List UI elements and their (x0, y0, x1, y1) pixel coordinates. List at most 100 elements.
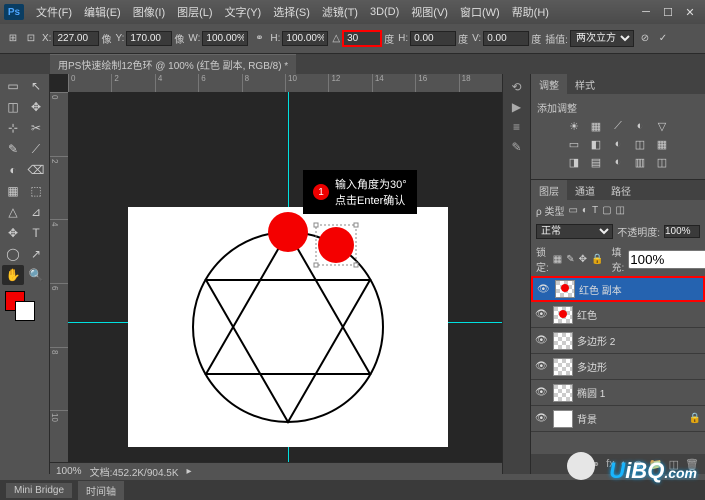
layer-name[interactable]: 多边形 2 (577, 333, 615, 348)
tool-hand[interactable]: ✋ (2, 265, 24, 285)
tab-minibridge[interactable]: Mini Bridge (6, 483, 72, 498)
visibility-icon[interactable]: 👁 (535, 387, 549, 398)
skew-h-input[interactable] (410, 31, 456, 46)
layer-name[interactable]: 多边形 (577, 359, 607, 374)
tool-move[interactable]: ▭ (2, 76, 24, 96)
color-swatches[interactable] (2, 291, 47, 325)
visibility-icon[interactable]: 👁 (535, 413, 549, 424)
tab-adjustments[interactable]: 调整 (531, 74, 567, 94)
transform-ref-icon[interactable]: ⊞ (6, 32, 20, 46)
tab-channels[interactable]: 通道 (567, 180, 603, 200)
zoom-level[interactable]: 100% (56, 466, 82, 477)
tool-marquee[interactable]: ◫ (2, 97, 24, 117)
document-tab[interactable]: 用PS快速绘制12色环 @ 100% (红色 副本, RGB/8) * (50, 54, 296, 74)
lock-pos-icon[interactable]: ✥ (579, 254, 587, 265)
visibility-icon[interactable]: 👁 (535, 335, 549, 346)
layer-row[interactable]: 👁 多边形 (531, 354, 705, 380)
visibility-icon[interactable]: 👁 (537, 284, 551, 295)
doc-info[interactable]: 文档:452.2K/904.5K (90, 464, 179, 479)
filter-type-icon[interactable]: T (592, 205, 598, 216)
blend-mode-select[interactable]: 正常 (536, 224, 613, 239)
menu-edit[interactable]: 编辑(E) (78, 4, 127, 20)
visibility-icon[interactable]: 👁 (535, 361, 549, 372)
layer-row[interactable]: 👁 背景 🔒 (531, 406, 705, 432)
angle-input[interactable] (342, 30, 382, 47)
artboard[interactable] (128, 207, 448, 447)
adj-brightness-icon[interactable]: ☀ (566, 119, 582, 133)
ruler-horizontal[interactable]: 024681012141618 (68, 74, 502, 92)
opacity-input[interactable] (664, 225, 700, 238)
adj-lookup-icon[interactable]: ▦ (654, 137, 670, 151)
adj-levels-icon[interactable]: ▦ (588, 119, 604, 133)
w-input[interactable] (202, 31, 248, 46)
adj-threshold-icon[interactable]: ◐ (610, 155, 626, 169)
filter-smart-icon[interactable]: ◫ (616, 205, 625, 216)
h-input[interactable] (282, 31, 328, 46)
filter-adjust-icon[interactable]: ◐ (582, 205, 588, 216)
filter-shape-icon[interactable]: ▢ (602, 205, 611, 216)
adj-vibrance-icon[interactable]: ▽ (654, 119, 670, 133)
tool-blur[interactable]: ⬚ (25, 181, 47, 201)
adj-hue-icon[interactable]: ▭ (566, 137, 582, 151)
layer-row[interactable]: 👁 椭圆 1 (531, 380, 705, 406)
skew-v-input[interactable] (483, 31, 529, 46)
tool-zoom[interactable]: 🔍 (25, 265, 47, 285)
dock-icon-properties[interactable]: ≡ (513, 120, 520, 134)
menu-3d[interactable]: 3D(D) (364, 6, 405, 18)
tool-lasso[interactable]: ✥ (25, 97, 47, 117)
x-input[interactable] (53, 31, 99, 46)
lock-pixel-icon[interactable]: ✎ (566, 254, 574, 265)
menu-filter[interactable]: 滤镜(T) (316, 4, 364, 20)
link-icon[interactable]: ⚭ (252, 32, 266, 46)
lock-trans-icon[interactable]: ▦ (553, 254, 562, 265)
tab-timeline[interactable]: 时间轴 (78, 481, 124, 500)
layer-name[interactable]: 椭圆 1 (577, 385, 605, 400)
tool-gradient[interactable]: ▦ (2, 181, 24, 201)
tool-shape[interactable]: ◯ (2, 244, 24, 264)
tab-layers[interactable]: 图层 (531, 180, 567, 200)
minimize-button[interactable]: ─ (635, 6, 657, 18)
dock-icon-brushes[interactable]: ✎ (511, 140, 521, 154)
tab-paths[interactable]: 路径 (603, 180, 639, 200)
chevron-right-icon[interactable]: ▸ (187, 466, 192, 477)
dock-icon-history[interactable]: ⟲ (511, 80, 521, 94)
interp-select[interactable]: 两次立方 (570, 30, 634, 47)
tool-dodge[interactable]: △ (2, 202, 24, 222)
layer-row[interactable]: 👁 多边形 2 (531, 328, 705, 354)
adj-selective-icon[interactable]: ◫ (654, 155, 670, 169)
layer-name[interactable]: 背景 (577, 411, 597, 426)
tool-brush[interactable]: ◐ (2, 160, 24, 180)
menu-view[interactable]: 视图(V) (405, 4, 454, 20)
menu-type[interactable]: 文字(Y) (219, 4, 268, 20)
tool-type[interactable]: T (25, 223, 47, 243)
filter-pixel-icon[interactable]: ▭ (568, 205, 577, 216)
adj-photo-icon[interactable]: ◐ (610, 137, 626, 151)
adj-gradient-icon[interactable]: ▥ (632, 155, 648, 169)
tool-slice[interactable]: ✂ (25, 118, 47, 138)
tool-crop[interactable]: ⊹ (2, 118, 24, 138)
menu-image[interactable]: 图像(I) (127, 4, 171, 20)
layer-row[interactable]: 👁 红色 副本 (531, 276, 705, 302)
adj-mixer-icon[interactable]: ◫ (632, 137, 648, 151)
ruler-vertical[interactable]: 0246810 (50, 92, 68, 474)
menu-help[interactable]: 帮助(H) (506, 4, 555, 20)
maximize-button[interactable]: ☐ (657, 6, 679, 19)
ref-point-icon[interactable]: ⊡ (24, 32, 38, 46)
adj-exposure-icon[interactable]: ◐ (632, 119, 648, 133)
cancel-transform-icon[interactable]: ⊘ (638, 32, 652, 46)
menu-window[interactable]: 窗口(W) (454, 4, 506, 20)
menu-file[interactable]: 文件(F) (30, 4, 78, 20)
visibility-icon[interactable]: 👁 (535, 309, 549, 320)
background-swatch[interactable] (15, 301, 35, 321)
tool-eyedropper[interactable]: ✎ (2, 139, 24, 159)
lock-all-icon[interactable]: 🔒 (591, 254, 603, 265)
adj-poster-icon[interactable]: ▤ (588, 155, 604, 169)
layer-row[interactable]: 👁 红色 (531, 302, 705, 328)
tool-pen[interactable]: ⊿ (25, 202, 47, 222)
tool-direct[interactable]: ↗ (25, 244, 47, 264)
menu-layer[interactable]: 图层(L) (171, 4, 218, 20)
tool-heal[interactable]: ⟋ (25, 139, 47, 159)
menu-select[interactable]: 选择(S) (267, 4, 316, 20)
adj-curves-icon[interactable]: ⟋ (610, 119, 626, 133)
tab-styles[interactable]: 样式 (567, 74, 603, 94)
